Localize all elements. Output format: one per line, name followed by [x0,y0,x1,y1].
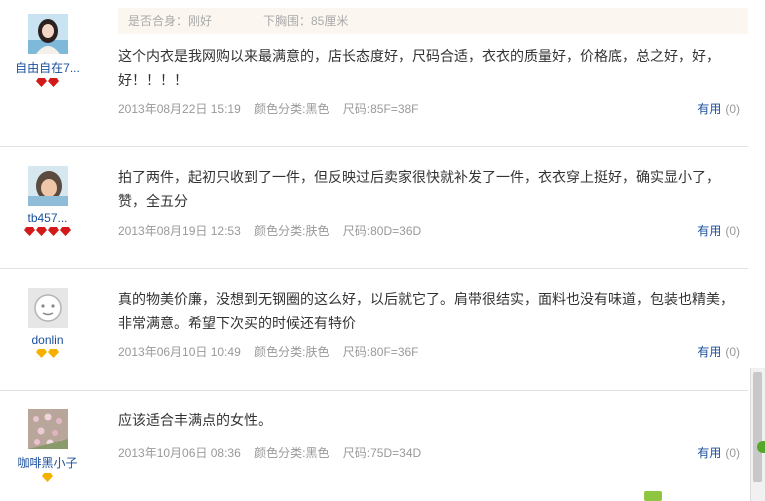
review-text: 这个内衣是我网购以来最满意的，店长态度好，尺码合适，衣衣的质量好，价格底，总之好… [118,48,720,88]
diamond-icon [42,473,53,482]
review-item: 咖啡黑小子 应该适合丰满点的女性。 2013年10月06日 08:36 颜色分类… [0,391,748,501]
reviewer-rank-badges [0,349,95,359]
useful-vote: 有用 (0) [697,444,740,461]
useful-button[interactable]: 有用 [697,345,721,359]
fit-label: 是否合身：刚好 [128,14,213,28]
review-date: 2013年08月19日 12:53 [118,224,241,238]
review-meta: 2013年08月19日 12:53 颜色分类:肤色 尺码:80D=36D [118,222,431,239]
useful-button[interactable]: 有用 [697,102,721,116]
useful-count: (0) [725,102,740,116]
useful-count: (0) [725,224,740,238]
bust-label: 下胸围：85厘米 [263,14,349,28]
useful-vote: 有用 (0) [697,222,740,239]
diamond-icon [60,227,71,236]
scrollbar-thumb[interactable] [753,372,762,482]
avatar[interactable] [27,14,68,54]
review-item: tb457... 拍了两件，起初只收到了一件，但反映过后卖家很快就补发了一件，衣… [0,147,748,269]
review-meta: 2013年10月06日 08:36 颜色分类:黑色 尺码:75D=34D [118,444,431,461]
useful-vote: 有用 (0) [697,100,740,117]
size-spec: 尺码:80D=36D [342,224,422,238]
reviewer-info: tb457... [0,166,95,237]
useful-vote: 有用 (0) [697,343,740,360]
color-category: 颜色分类:肤色 [254,224,330,238]
review-date: 2013年08月22日 15:19 [118,102,241,116]
color-category: 颜色分类:肤色 [254,345,330,359]
floating-tag[interactable] [644,491,662,501]
review-item: 自由自在7... 是否合身：刚好 下胸围：85厘米 这个内衣是我网购以来最满意的… [0,0,748,147]
review-item: donlin 真的物美价廉，没想到无钢圈的这么好，以后就它了。肩带很结实，面料也… [0,269,748,391]
diamond-icon [48,227,59,236]
useful-button[interactable]: 有用 [697,224,721,238]
diamond-icon [36,349,47,358]
size-spec: 尺码:75D=34D [342,446,422,460]
diamond-icon [36,227,47,236]
diamond-icon [24,227,35,236]
review-text: 真的物美价廉，没想到无钢圈的这么好，以后就它了。肩带很结实，面料也没有味道，包装… [118,291,734,331]
reviewer-name[interactable]: donlin [0,333,95,347]
avatar[interactable] [27,288,68,328]
color-category: 颜色分类:黑色 [254,102,330,116]
color-category: 颜色分类:黑色 [254,446,330,460]
reviewer-rank-badges [0,227,95,237]
diamond-icon [36,78,47,87]
review-date: 2013年06月10日 10:49 [118,345,241,359]
reviewer-rank-badges [0,78,95,88]
review-text: 应该适合丰满点的女性。 [118,412,272,428]
review-text: 拍了两件，起初只收到了一件，但反映过后卖家很快就补发了一件，衣衣穿上挺好，确实显… [118,169,720,209]
diamond-icon [48,78,59,87]
review-date: 2013年10月06日 08:36 [118,446,241,460]
size-spec: 尺码:85F=38F [342,102,419,116]
reviewer-info: donlin [0,288,95,359]
side-widget-tab[interactable] [757,441,765,453]
reviewer-info: 自由自在7... [0,14,95,88]
review-meta: 2013年06月10日 10:49 颜色分类:肤色 尺码:80F=36F [118,343,429,360]
reviewer-info: 咖啡黑小子 [0,409,95,483]
useful-button[interactable]: 有用 [697,446,721,460]
reviewer-name[interactable]: tb457... [0,211,95,225]
size-spec: 尺码:80F=36F [342,345,419,359]
avatar[interactable] [27,166,68,206]
reviewer-name[interactable]: 咖啡黑小子 [0,454,95,471]
avatar[interactable] [27,409,68,449]
useful-count: (0) [725,345,740,359]
reviewer-name[interactable]: 自由自在7... [0,59,95,76]
size-fit-info: 是否合身：刚好 下胸围：85厘米 [118,8,748,34]
review-meta: 2013年08月22日 15:19 颜色分类:黑色 尺码:85F=38F [118,100,429,117]
useful-count: (0) [725,446,740,460]
vertical-scrollbar[interactable] [750,368,765,501]
reviewer-rank-badges [0,473,95,483]
diamond-icon [48,349,59,358]
